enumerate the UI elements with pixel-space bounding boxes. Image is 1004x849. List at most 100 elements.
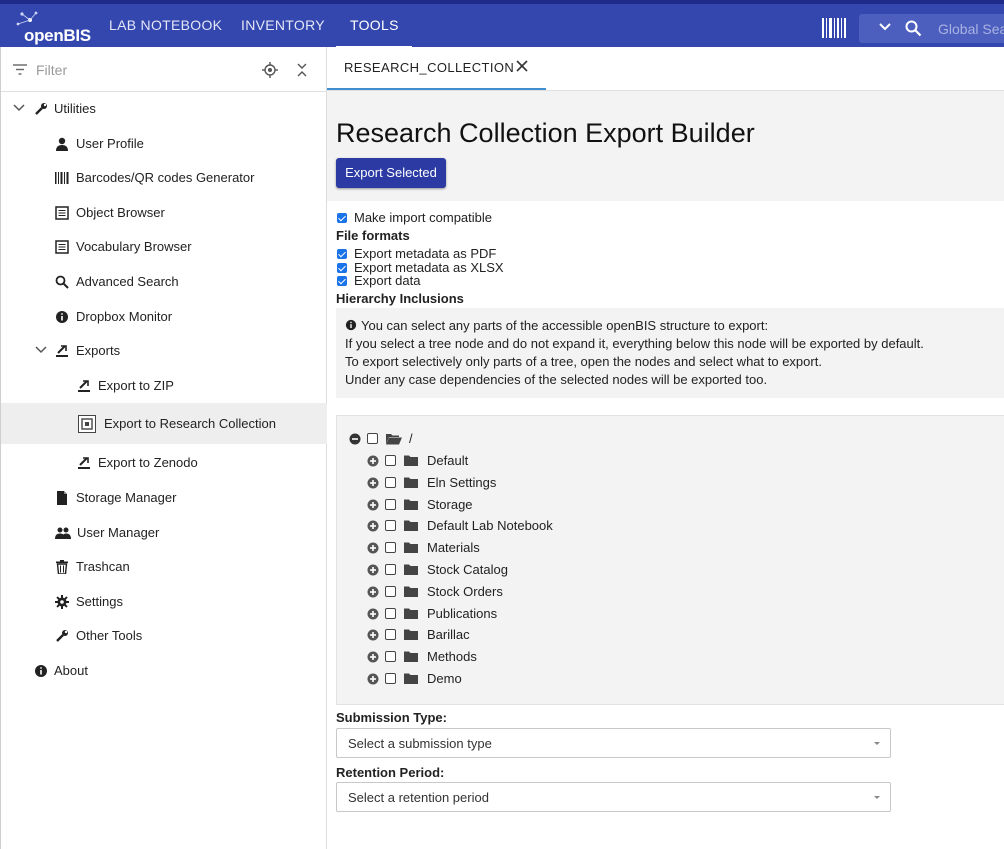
tree-checkbox[interactable] <box>385 585 396 597</box>
sidebar-item-settings[interactable]: Settings <box>1 585 327 619</box>
tree-checkbox[interactable] <box>385 542 396 554</box>
tree-node-row[interactable]: Stock Orders <box>367 582 667 602</box>
tree-checkbox[interactable] <box>385 564 396 575</box>
list-icon <box>55 206 69 220</box>
sidebar-item-utilities[interactable]: Utilities <box>1 92 327 126</box>
tab-bar: RESEARCH_COLLECTION <box>327 47 1004 91</box>
collapse-circle-icon[interactable] <box>349 433 361 445</box>
chevron-down-icon[interactable] <box>35 345 47 355</box>
chevron-down-icon[interactable] <box>879 22 891 32</box>
tree-node-row[interactable]: Methods <box>367 647 667 667</box>
info-line: Under any case dependencies of the selec… <box>345 372 768 387</box>
folder-icon <box>404 520 418 532</box>
expand-circle-icon[interactable] <box>367 455 379 467</box>
folder-icon <box>404 608 418 619</box>
search-icon <box>905 20 922 37</box>
filter-input[interactable]: Filter <box>36 62 67 78</box>
expand-circle-icon[interactable] <box>367 520 379 532</box>
tree-checkbox[interactable] <box>385 455 396 466</box>
gear-icon <box>55 595 69 609</box>
tree-checkbox[interactable] <box>385 651 396 663</box>
tree-node-row[interactable]: Barillac <box>367 625 667 645</box>
sidebar-item-label: Storage Manager <box>76 490 177 505</box>
sidebar-item-label: Settings <box>76 594 123 609</box>
sidebar-item-label: About <box>54 663 88 678</box>
tree-node-row[interactable]: Stock Catalog <box>367 560 667 580</box>
research-collection-icon <box>78 415 96 433</box>
nav-inventory[interactable]: INVENTORY <box>241 17 325 33</box>
global-search[interactable]: Global Search <box>859 14 1004 43</box>
sidebar-item-export-research-collection[interactable]: Export to Research Collection <box>1 403 327 444</box>
collapse-all-icon[interactable] <box>295 62 309 78</box>
tab-research-collection[interactable]: RESEARCH_COLLECTION <box>327 47 546 91</box>
export-selected-button[interactable]: Export Selected <box>336 158 446 188</box>
sidebar-item-user-profile[interactable]: User Profile <box>1 127 327 161</box>
sidebar-item-barcodes[interactable]: Barcodes/QR codes Generator <box>1 161 327 195</box>
tree-node-row[interactable]: Demo <box>367 669 667 689</box>
expand-circle-icon[interactable] <box>367 651 379 663</box>
sidebar-item-about[interactable]: About <box>1 654 327 688</box>
search-input[interactable]: Global Search <box>938 21 1004 37</box>
tree-node-label: Default <box>427 453 469 468</box>
sidebar-item-exports[interactable]: Exports <box>1 334 327 368</box>
sidebar-item-export-zenodo[interactable]: Export to Zenodo <box>1 446 327 480</box>
tree-node-row[interactable]: Materials <box>367 538 667 558</box>
tree-node-row[interactable]: Default <box>367 451 667 471</box>
locate-icon[interactable] <box>262 62 278 78</box>
submission-type-select[interactable]: Select a submission type <box>336 728 891 758</box>
chevron-down-icon[interactable] <box>13 103 25 113</box>
expand-circle-icon[interactable] <box>367 629 379 641</box>
tree-checkbox[interactable] <box>385 673 396 684</box>
make-import-compatible-checkbox[interactable] <box>337 213 347 223</box>
sidebar-item-export-zip[interactable]: Export to ZIP <box>1 369 327 403</box>
tree-checkbox[interactable] <box>385 476 396 488</box>
expand-circle-icon[interactable] <box>367 586 379 598</box>
tree-checkbox[interactable] <box>385 629 396 641</box>
expand-circle-icon[interactable] <box>367 542 379 554</box>
sidebar-item-trashcan[interactable]: Trashcan <box>1 550 327 584</box>
nav-lab-notebook[interactable]: LAB NOTEBOOK <box>109 17 222 33</box>
info-line: To export selectively only parts of a tr… <box>345 354 822 369</box>
openbis-logo[interactable]: openBIS <box>14 10 94 46</box>
tab-label: RESEARCH_COLLECTION <box>344 60 515 75</box>
sidebar-item-label: User Profile <box>76 136 144 151</box>
tree-node-label: Materials <box>427 540 480 556</box>
tree-node-row[interactable]: Default Lab Notebook <box>367 516 667 536</box>
sidebar-item-user-manager[interactable]: User Manager <box>1 516 327 550</box>
folder-icon <box>404 629 418 641</box>
expand-circle-icon[interactable] <box>367 673 379 685</box>
info-line: If you select a tree node and do not exp… <box>345 336 924 351</box>
expand-circle-icon[interactable] <box>367 499 379 511</box>
tree-root-row[interactable]: / <box>349 429 549 449</box>
tree-checkbox[interactable] <box>385 607 396 619</box>
sidebar-item-label: User Manager <box>77 525 160 540</box>
submission-type-label: Submission Type: <box>336 710 447 725</box>
export-pdf-checkbox[interactable] <box>337 249 347 259</box>
sidebar-item-object-browser[interactable]: Object Browser <box>1 196 327 230</box>
tree-checkbox[interactable] <box>385 498 396 510</box>
sidebar-item-storage-manager[interactable]: Storage Manager <box>1 481 327 515</box>
sidebar-item-other-tools[interactable]: Other Tools <box>1 619 327 653</box>
folder-icon <box>404 564 418 575</box>
expand-circle-icon[interactable] <box>367 608 379 620</box>
tree-checkbox[interactable] <box>385 520 396 532</box>
tree-node-row[interactable]: Eln Settings <box>367 473 667 493</box>
close-icon[interactable] <box>516 60 528 72</box>
expand-circle-icon[interactable] <box>367 477 379 489</box>
export-data-checkbox[interactable] <box>337 276 347 286</box>
tree-node-row[interactable]: Storage <box>367 495 667 515</box>
tree-checkbox[interactable] <box>367 433 378 444</box>
tree-node-label: Storage <box>427 496 473 512</box>
retention-period-select[interactable]: Select a retention period <box>336 782 891 812</box>
sidebar-item-dropbox-monitor[interactable]: Dropbox Monitor <box>1 300 327 334</box>
sidebar-item-label: Exports <box>76 343 121 358</box>
logo-text: openBIS <box>24 26 91 45</box>
barcode-icon[interactable] <box>822 18 846 38</box>
expand-circle-icon[interactable] <box>367 564 379 576</box>
export-xlsx-checkbox[interactable] <box>337 263 347 273</box>
nav-tools[interactable]: TOOLS <box>350 17 399 33</box>
tree-node-row[interactable]: Publications <box>367 604 667 624</box>
sidebar-item-label: Dropbox Monitor <box>76 309 173 324</box>
sidebar-item-vocabulary-browser[interactable]: Vocabulary Browser <box>1 230 327 264</box>
sidebar-item-advanced-search[interactable]: Advanced Search <box>1 265 327 299</box>
